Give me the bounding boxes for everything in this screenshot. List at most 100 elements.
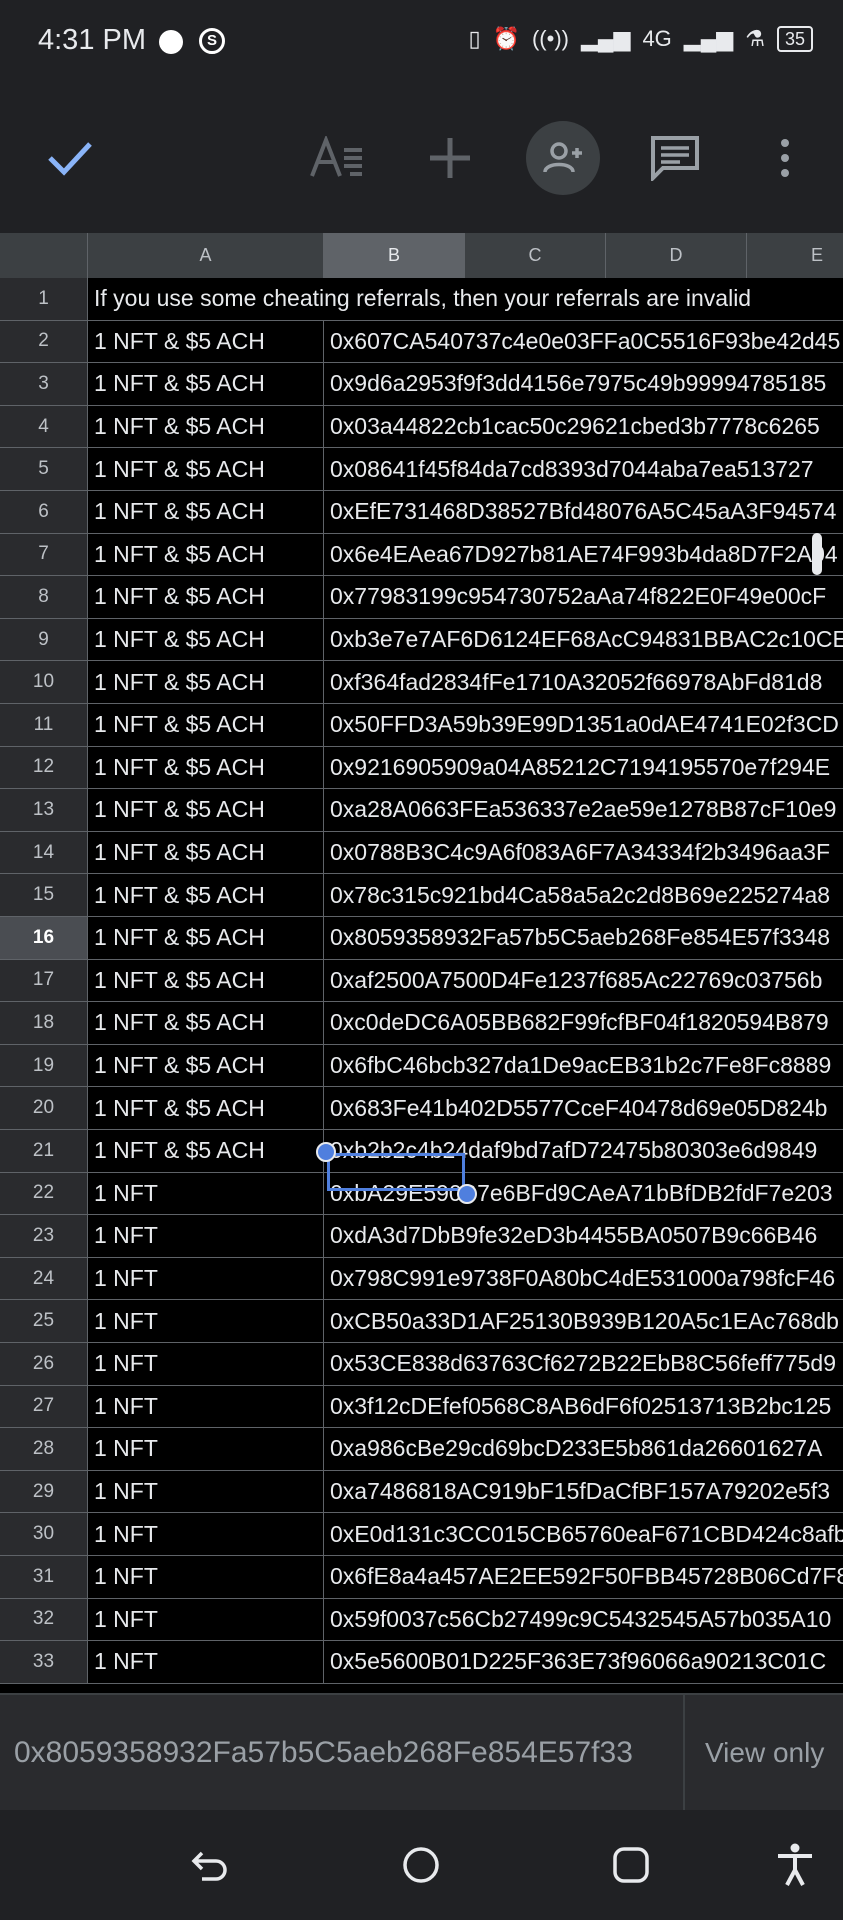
column-header-b[interactable]: B xyxy=(324,233,465,278)
comment-button[interactable] xyxy=(645,120,705,196)
cell-a[interactable]: 1 NFT & $5 ACH xyxy=(88,789,324,831)
row-header[interactable]: 13 xyxy=(0,789,88,831)
cell-a[interactable]: 1 NFT xyxy=(88,1428,324,1470)
cell-b[interactable]: 0xEfE731468D38527Bfd48076A5C45aA3F94574 xyxy=(324,491,843,533)
cell-b[interactable]: 0xa7486818AC919bF15fDaCfBF157A79202e5f3 xyxy=(324,1471,843,1513)
column-header-a[interactable]: A xyxy=(88,233,324,278)
row-header[interactable]: 33 xyxy=(0,1641,88,1683)
cell-a[interactable]: 1 NFT xyxy=(88,1257,324,1300)
row-header[interactable]: 16 xyxy=(0,917,88,959)
cell-a[interactable]: 1 NFT & $5 ACH xyxy=(88,405,324,448)
row-header[interactable]: 12 xyxy=(0,746,88,789)
row-header[interactable]: 3 xyxy=(0,363,88,405)
more-options-button[interactable] xyxy=(770,120,800,196)
cell-a[interactable]: 1 NFT & $5 ACH xyxy=(88,959,324,1002)
cell-a[interactable]: 1 NFT xyxy=(88,1215,324,1257)
cell-a[interactable]: 1 NFT xyxy=(88,1556,324,1598)
selected-cell-b16[interactable] xyxy=(327,1153,465,1191)
column-header-e[interactable]: E xyxy=(747,233,843,278)
row-header[interactable]: 27 xyxy=(0,1385,88,1428)
column-header-c[interactable]: C xyxy=(465,233,606,278)
insert-button[interactable] xyxy=(420,120,480,196)
row-header[interactable]: 11 xyxy=(0,704,88,746)
cell-b[interactable]: 0xE0d131c3CC015CB65760eaF671CBD424c8afb xyxy=(324,1513,843,1555)
cell-a[interactable]: 1 NFT & $5 ACH xyxy=(88,746,324,789)
row-header[interactable]: 1 xyxy=(0,278,88,320)
row-header[interactable]: 17 xyxy=(0,959,88,1002)
cell-a[interactable]: 1 NFT xyxy=(88,1598,324,1641)
cell-b[interactable]: 0x08641f45f84da7cd8393d7044aba7ea513727 xyxy=(324,448,843,490)
row-header[interactable]: 7 xyxy=(0,533,88,576)
cell-b[interactable]: 0x9216905909a04A85212C7194195570e7f294E xyxy=(324,747,843,789)
accessibility-button[interactable] xyxy=(770,1840,820,1890)
selection-handle-end[interactable] xyxy=(457,1184,477,1204)
cell-b[interactable]: 0x50FFD3A59b39E99D1351a0dAE4741E02f3CD xyxy=(324,704,843,746)
share-button[interactable] xyxy=(525,120,601,196)
cell-a[interactable]: 1 NFT xyxy=(88,1172,324,1215)
row-header[interactable]: 24 xyxy=(0,1257,88,1300)
row-header[interactable]: 25 xyxy=(0,1300,88,1342)
cell-a[interactable]: 1 NFT xyxy=(88,1300,324,1342)
cell-a[interactable]: 1 NFT & $5 ACH xyxy=(88,704,324,746)
cell-a[interactable]: 1 NFT & $5 ACH xyxy=(88,1044,324,1087)
cell-b[interactable]: 0x53CE838d63763Cf6272B22EbB8C56feff775d9 xyxy=(324,1343,843,1385)
select-all-corner[interactable] xyxy=(0,233,88,278)
row-header[interactable]: 19 xyxy=(0,1044,88,1087)
row-header[interactable]: 26 xyxy=(0,1343,88,1385)
cell-a[interactable]: If you use some cheating referrals, then… xyxy=(88,278,843,320)
cell-b[interactable]: 0x6e4EAea67D927b81AE74F993b4da8D7F2A04 xyxy=(324,534,843,576)
cell-b[interactable]: 0x3f12cDEfef0568C8AB6dF6f02513713B2bc125 xyxy=(324,1386,843,1428)
cell-a[interactable]: 1 NFT & $5 ACH xyxy=(88,533,324,576)
row-header[interactable]: 18 xyxy=(0,1002,88,1044)
cell-b[interactable]: 0x5e5600B01D225F363E73f96066a90213C01C xyxy=(324,1641,843,1683)
cell-a[interactable]: 1 NFT & $5 ACH xyxy=(88,448,324,490)
cell-a[interactable]: 1 NFT & $5 ACH xyxy=(88,491,324,533)
cell-b[interactable]: 0xb3e7e7AF6D6124EF68AcC94831BBAC2c10CE xyxy=(324,619,843,661)
cell-a[interactable]: 1 NFT & $5 ACH xyxy=(88,917,324,959)
cell-b[interactable]: 0x798C991e9738F0A80bC4dE531000a798fcF46 xyxy=(324,1258,843,1300)
cell-a[interactable]: 1 NFT & $5 ACH xyxy=(88,1002,324,1044)
row-header[interactable]: 28 xyxy=(0,1428,88,1470)
cell-a[interactable]: 1 NFT & $5 ACH xyxy=(88,320,324,363)
row-header[interactable]: 31 xyxy=(0,1556,88,1598)
row-header[interactable]: 4 xyxy=(0,405,88,448)
cell-b[interactable]: 0x607CA540737c4e0e03FFa0C5516F93be42d45 xyxy=(324,321,843,363)
text-format-button[interactable] xyxy=(302,120,372,196)
cell-a[interactable]: 1 NFT & $5 ACH xyxy=(88,874,324,916)
row-header[interactable]: 23 xyxy=(0,1215,88,1257)
cell-a[interactable]: 1 NFT & $5 ACH xyxy=(88,831,324,874)
row-header[interactable]: 6 xyxy=(0,491,88,533)
row-header[interactable]: 29 xyxy=(0,1470,88,1513)
cell-b[interactable]: 0x0788B3C4c9A6f083A6F7A34334f2b3496aa3F xyxy=(324,832,843,874)
nav-home-button[interactable] xyxy=(396,1840,446,1890)
row-header[interactable]: 10 xyxy=(0,661,88,703)
cell-b[interactable]: 0xaf2500A7500D4Fe1237f685Ac22769c03756b xyxy=(324,960,843,1002)
row-header[interactable]: 21 xyxy=(0,1130,88,1172)
cell-a[interactable]: 1 NFT & $5 ACH xyxy=(88,1130,324,1172)
cell-a[interactable]: 1 NFT xyxy=(88,1343,324,1385)
cell-b[interactable]: 0x683Fe41b402D5577CceF40478d69e05D824b xyxy=(324,1087,843,1129)
cell-b[interactable]: 0xc0deDC6A05BB682F99fcfBF04f1820594B879 xyxy=(324,1002,843,1044)
cell-a[interactable]: 1 NFT xyxy=(88,1641,324,1683)
cell-b[interactable]: 0x59f0037c56Cb27499c9C5432545A57b035A10 xyxy=(324,1599,843,1641)
nav-back-button[interactable] xyxy=(185,1840,235,1890)
row-header[interactable]: 20 xyxy=(0,1087,88,1129)
nav-recents-button[interactable] xyxy=(606,1840,656,1890)
cell-a[interactable]: 1 NFT & $5 ACH xyxy=(88,1087,324,1129)
row-header[interactable]: 15 xyxy=(0,874,88,916)
row-header[interactable]: 32 xyxy=(0,1598,88,1641)
cell-a[interactable]: 1 NFT & $5 ACH xyxy=(88,661,324,703)
row-header[interactable]: 5 xyxy=(0,448,88,490)
cell-a[interactable]: 1 NFT xyxy=(88,1513,324,1555)
cell-b[interactable]: 0xf364fad2834fFe1710A32052f66978AbFd81d8 xyxy=(324,661,843,703)
cell-b[interactable]: 0xa986cBe29cd69bcD233E5b861da26601627A xyxy=(324,1428,843,1470)
cell-a[interactable]: 1 NFT xyxy=(88,1385,324,1428)
cell-a[interactable]: 1 NFT & $5 ACH xyxy=(88,363,324,405)
selection-handle-start[interactable] xyxy=(316,1142,336,1162)
vertical-scrollbar[interactable] xyxy=(812,533,822,575)
cell-b[interactable]: 0x9d6a2953f9f3dd4156e7975c49b99994785185 xyxy=(324,363,843,405)
spreadsheet-grid[interactable]: A B C D E 1 If you use some cheating refe… xyxy=(0,233,843,1693)
cell-a[interactable]: 1 NFT xyxy=(88,1470,324,1513)
row-header[interactable]: 30 xyxy=(0,1513,88,1555)
row-header[interactable]: 9 xyxy=(0,618,88,661)
